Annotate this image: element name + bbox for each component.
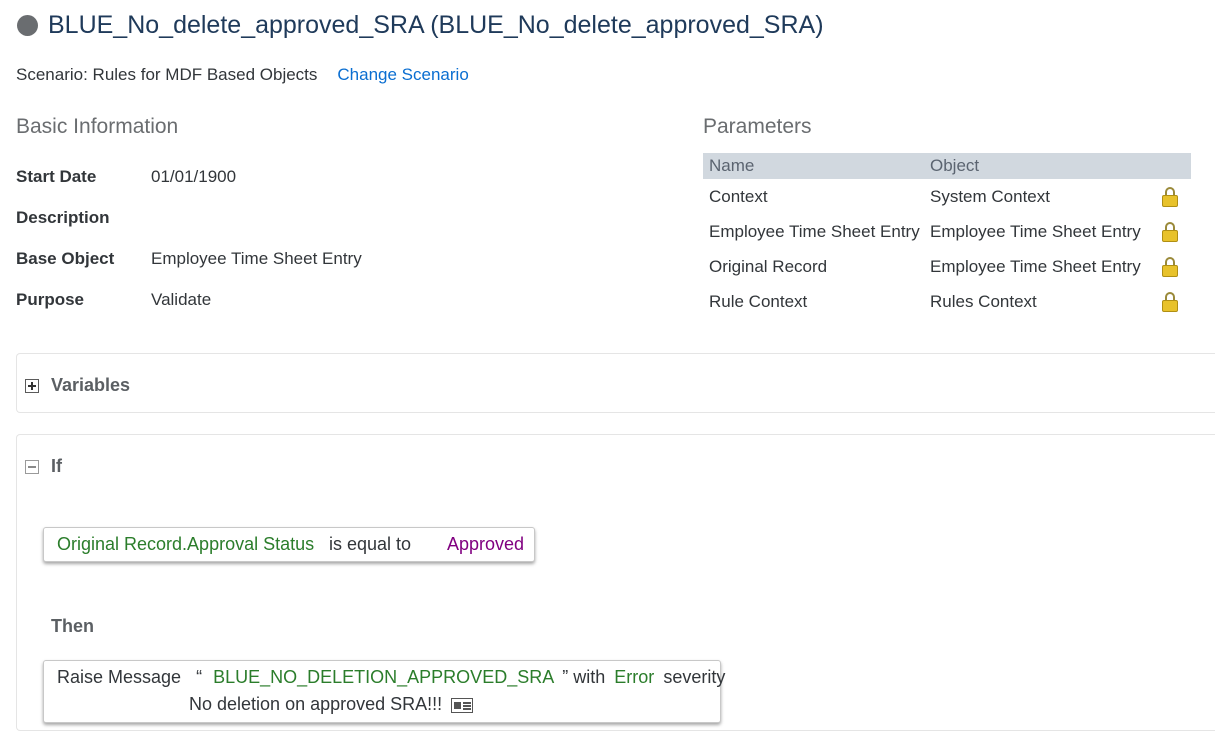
table-row: Context System Context — [703, 179, 1191, 214]
scenario-row: Scenario: Rules for MDF Based Objects Ch… — [16, 65, 469, 85]
severity-suffix: severity — [663, 667, 726, 687]
description-label: Description — [16, 208, 110, 227]
collapse-minus-icon[interactable] — [25, 460, 39, 474]
column-header-name: Name — [709, 156, 755, 175]
title-row: BLUE_No_delete_approved_SRA (BLUE_No_del… — [17, 11, 824, 40]
message-details-icon[interactable] — [451, 697, 474, 713]
close-quote: ” — [562, 667, 569, 687]
purpose-value: Validate — [151, 290, 212, 309]
scenario-text: Scenario: Rules for MDF Based Objects — [16, 65, 318, 84]
parameters-table: Name Object Context System Context Emplo… — [703, 153, 1191, 319]
parameters-header-row: Name Object — [703, 153, 1191, 179]
table-row: Original Record Employee Time Sheet Entr… — [703, 249, 1191, 284]
lock-icon — [1161, 256, 1179, 278]
condition-value[interactable]: Approved — [447, 534, 524, 555]
if-label[interactable]: If — [51, 456, 62, 477]
start-date-label: Start Date — [16, 167, 97, 186]
expand-plus-icon[interactable] — [25, 379, 39, 393]
action-expression[interactable]: Raise Message “ BLUE_NO_DELETION_APPROVE… — [43, 660, 725, 723]
action-line: Raise Message “ BLUE_NO_DELETION_APPROVE… — [57, 667, 725, 688]
purpose-field: Purpose Validate — [16, 290, 211, 310]
table-row: Rule Context Rules Context — [703, 284, 1191, 319]
base-object-field: Base Object Employee Time Sheet Entry — [16, 249, 362, 269]
column-header-object: Object — [930, 156, 980, 175]
variables-label[interactable]: Variables — [51, 375, 130, 396]
parameter-object: Employee Time Sheet Entry — [930, 221, 1141, 241]
condition-operator[interactable]: is equal to — [329, 534, 411, 555]
if-panel: If Original Record.Approval Status is eq… — [16, 434, 1215, 731]
status-indicator-icon — [17, 15, 38, 36]
parameter-name: Employee Time Sheet Entry — [709, 221, 920, 241]
then-label: Then — [51, 616, 94, 636]
with-text: with — [573, 667, 606, 687]
parameter-object: Employee Time Sheet Entry — [930, 256, 1141, 276]
severity-value[interactable]: Error — [614, 667, 654, 687]
message-text: No deletion on approved SRA!!! — [189, 694, 443, 714]
message-key[interactable]: BLUE_NO_DELETION_APPROVED_SRA — [213, 667, 553, 687]
parameter-name: Original Record — [709, 256, 828, 276]
open-quote: “ — [196, 667, 203, 687]
base-object-value: Employee Time Sheet Entry — [151, 249, 362, 268]
start-date-value: 01/01/1900 — [151, 167, 237, 186]
parameter-object: Rules Context — [930, 291, 1037, 311]
condition-field[interactable]: Original Record.Approval Status — [57, 534, 314, 555]
description-field: Description — [16, 208, 151, 228]
change-scenario-link[interactable]: Change Scenario — [337, 65, 468, 85]
table-row: Employee Time Sheet Entry Employee Time … — [703, 214, 1191, 249]
variables-panel: Variables — [16, 353, 1215, 413]
base-object-label: Base Object — [16, 249, 115, 268]
start-date-field: Start Date 01/01/1900 — [16, 167, 236, 187]
purpose-label: Purpose — [16, 290, 85, 309]
lock-icon — [1161, 186, 1179, 208]
message-line: No deletion on approved SRA!!! — [189, 694, 474, 715]
lock-icon — [1161, 291, 1179, 313]
parameter-name: Rule Context — [709, 291, 808, 311]
condition-expression[interactable]: Original Record.Approval Status is equal… — [43, 527, 535, 562]
basic-information-title: Basic Information — [16, 115, 179, 138]
parameter-name: Context — [709, 186, 768, 206]
lock-icon — [1161, 221, 1179, 243]
action-prefix: Raise Message — [57, 667, 182, 687]
parameter-object: System Context — [930, 186, 1050, 206]
page-title: BLUE_No_delete_approved_SRA (BLUE_No_del… — [48, 11, 824, 39]
parameters-title: Parameters — [703, 115, 812, 138]
